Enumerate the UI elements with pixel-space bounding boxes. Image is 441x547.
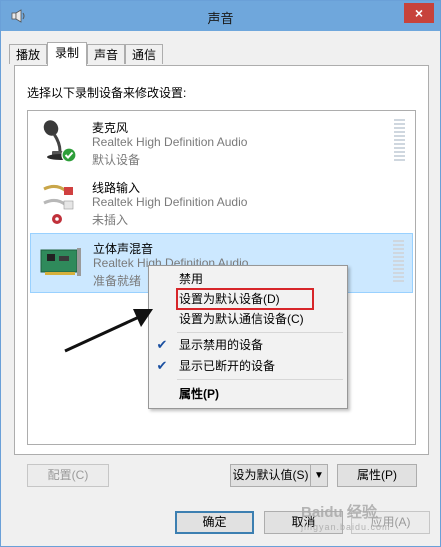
microphone-icon (43, 120, 77, 163)
menu-item-show-disabled[interactable]: 显示禁用的设备 (179, 335, 263, 355)
device-item-line-in[interactable]: 线路输入 Realtek High Definition Audio 未插入 (30, 173, 413, 233)
device-item-microphone[interactable]: 麦克风 Realtek High Definition Audio 默认设备 (30, 113, 413, 173)
context-menu: 禁用 设置为默认设备(D) 设置为默认通信设备(C) ✔ 显示禁用的设备 ✔ 显… (148, 265, 348, 409)
level-meter (394, 119, 405, 163)
device-driver: Realtek High Definition Audio (92, 135, 248, 149)
menu-separator (177, 332, 343, 333)
device-status: 未插入 (92, 213, 129, 227)
set-default-dropdown-icon[interactable]: ▼ (310, 464, 328, 487)
ok-button[interactable]: 确定 (175, 511, 254, 534)
tab-playback[interactable]: 播放 (9, 44, 47, 64)
menu-separator (177, 379, 343, 380)
menu-item-set-default-comm[interactable]: 设置为默认通信设备(C) (179, 309, 304, 329)
close-button[interactable]: × (404, 3, 434, 23)
annotation-arrow-icon (64, 309, 153, 353)
window-title: 声音 (207, 11, 234, 26)
instruction-text: 选择以下录制设备来修改设置: (27, 86, 187, 100)
watermark: Baidu 经验 jingyan.baidu.com (301, 501, 391, 532)
menu-item-disable[interactable]: 禁用 (179, 269, 203, 289)
tab-sounds[interactable]: 声音 (87, 44, 125, 64)
configure-button[interactable]: 配置(C) (27, 464, 109, 487)
properties-button[interactable]: 属性(P) (337, 464, 417, 487)
menu-item-set-default[interactable]: 设置为默认设备(D) (179, 289, 280, 309)
level-meter (393, 240, 404, 284)
watermark-text: Baidu 经验 (301, 504, 377, 521)
sound-card-icon (40, 248, 81, 276)
device-name: 麦克风 (92, 121, 129, 135)
tab-communications[interactable]: 通信 (125, 44, 163, 64)
menu-item-show-disconnected[interactable]: 显示已断开的设备 (179, 356, 275, 376)
device-name: 线路输入 (92, 181, 141, 195)
device-name: 立体声混音 (93, 242, 154, 256)
device-status: 准备就绪 (93, 274, 142, 288)
watermark-url: jingyan.baidu.com (301, 522, 391, 532)
device-status: 默认设备 (92, 153, 141, 167)
device-driver: Realtek High Definition Audio (92, 195, 248, 209)
menu-item-properties[interactable]: 属性(P) (179, 384, 219, 404)
line-in-cable-icon (43, 184, 74, 224)
sound-dialog: 声音 × 播放 录制 声音 通信 选择以下录制设备来修改设置: 麦克风 Real… (0, 0, 441, 547)
title-bar[interactable]: 声音 × (1, 1, 440, 31)
set-default-button[interactable]: 设为默认值(S) (230, 464, 311, 487)
tab-recording[interactable]: 录制 (47, 42, 87, 66)
